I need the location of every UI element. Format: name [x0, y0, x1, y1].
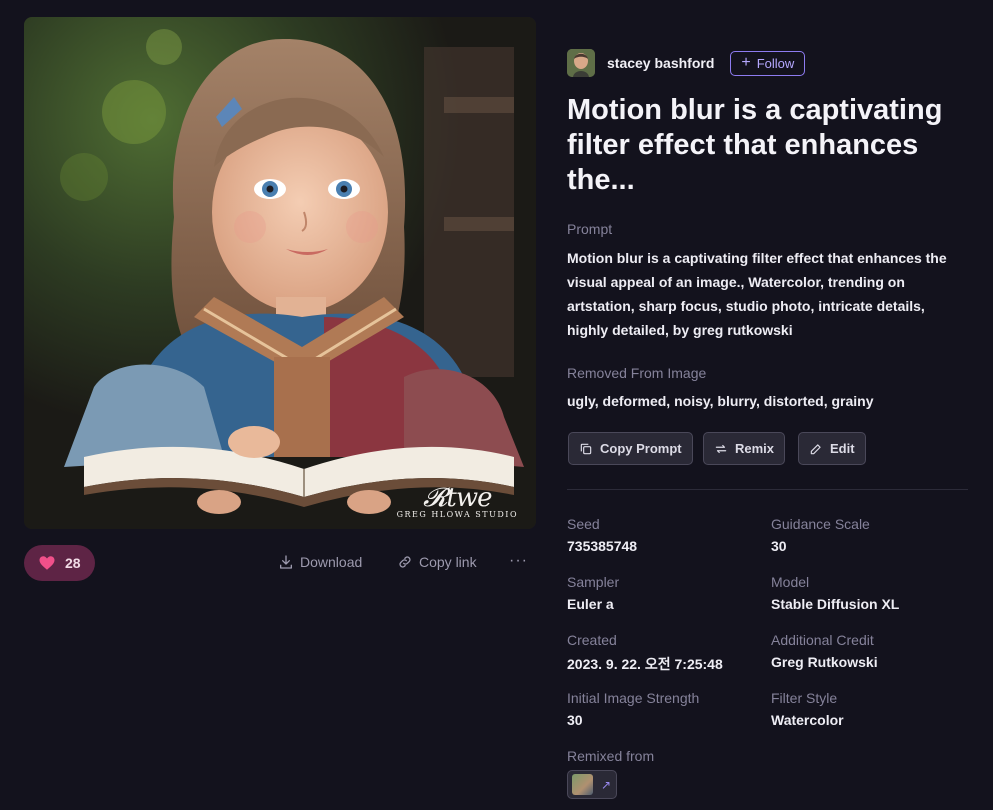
- avatar-portrait: [567, 49, 595, 77]
- guidance-scale-label: Guidance Scale: [771, 516, 870, 532]
- negative-prompt-text: ugly, deformed, noisy, blurry, distorted…: [567, 393, 874, 409]
- page-title: Motion blur is a captivating filter effe…: [567, 94, 943, 196]
- model-label: Model: [771, 574, 810, 590]
- sampler-value: Euler a: [567, 596, 614, 612]
- additional-credit-value: Greg Rutkowski: [771, 654, 878, 670]
- divider: [567, 489, 968, 490]
- image-detail-page: 𝓡twe GREG HLOWA STUDIO 28 Download Copy …: [0, 0, 993, 810]
- artist-signature-watermark: 𝓡twe GREG HLOWA STUDIO: [396, 483, 518, 519]
- copy-icon: [580, 443, 592, 454]
- download-button[interactable]: Download: [278, 554, 362, 570]
- additional-credit-label: Additional Credit: [771, 632, 874, 648]
- copy-prompt-label: Copy Prompt: [600, 441, 682, 456]
- avatar[interactable]: [567, 49, 595, 77]
- copy-prompt-button[interactable]: Copy Prompt: [568, 432, 693, 465]
- created-label: Created: [567, 632, 617, 648]
- girl-reading-illustration: [24, 17, 536, 529]
- sampler-label: Sampler: [567, 574, 620, 590]
- source-image-thumbnail: [572, 774, 593, 795]
- link-icon: [399, 556, 411, 568]
- seed-value: 735385748: [567, 538, 638, 554]
- follow-button[interactable]: + Follow: [730, 50, 806, 76]
- negative-prompt-label: Removed From Image: [567, 365, 707, 381]
- remixed-from-link[interactable]: ↗: [567, 770, 617, 799]
- like-count: 28: [65, 555, 81, 571]
- edit-label: Edit: [830, 441, 855, 456]
- external-arrow-icon: ↗: [601, 777, 612, 792]
- prompt-text: Motion blur is a captivating filter effe…: [567, 250, 947, 338]
- copy-link-label: Copy link: [419, 554, 477, 570]
- remix-button[interactable]: Remix: [703, 432, 786, 465]
- initial-image-strength-label: Initial Image Strength: [567, 690, 700, 706]
- guidance-scale-value: 30: [771, 538, 787, 554]
- more-options-icon[interactable]: ···: [509, 552, 528, 570]
- edit-icon: [810, 443, 821, 454]
- seed-label: Seed: [567, 516, 600, 532]
- plus-icon: +: [741, 54, 751, 71]
- generated-image[interactable]: 𝓡twe GREG HLOWA STUDIO: [24, 17, 536, 529]
- like-button[interactable]: 28: [24, 545, 95, 581]
- download-icon: [280, 555, 292, 569]
- remixed-from-label: Remixed from: [567, 748, 655, 764]
- author-row: stacey bashford + Follow: [567, 49, 806, 77]
- remix-label: Remix: [735, 441, 775, 456]
- filter-style-label: Filter Style: [771, 690, 838, 706]
- author-name[interactable]: stacey bashford: [607, 55, 714, 71]
- repeat-icon: [715, 444, 727, 453]
- prompt-label: Prompt: [567, 221, 613, 237]
- follow-label: Follow: [756, 55, 795, 71]
- download-label: Download: [300, 554, 363, 570]
- initial-image-strength-value: 30: [567, 712, 583, 728]
- heart-icon: [39, 556, 55, 570]
- model-value: Stable Diffusion XL: [771, 596, 900, 612]
- created-value: 2023. 9. 22. 오전 7:25:48: [567, 656, 723, 672]
- edit-button[interactable]: Edit: [798, 432, 866, 465]
- copy-link-button[interactable]: Copy link: [397, 554, 477, 570]
- filter-style-value: Watercolor: [771, 712, 844, 728]
